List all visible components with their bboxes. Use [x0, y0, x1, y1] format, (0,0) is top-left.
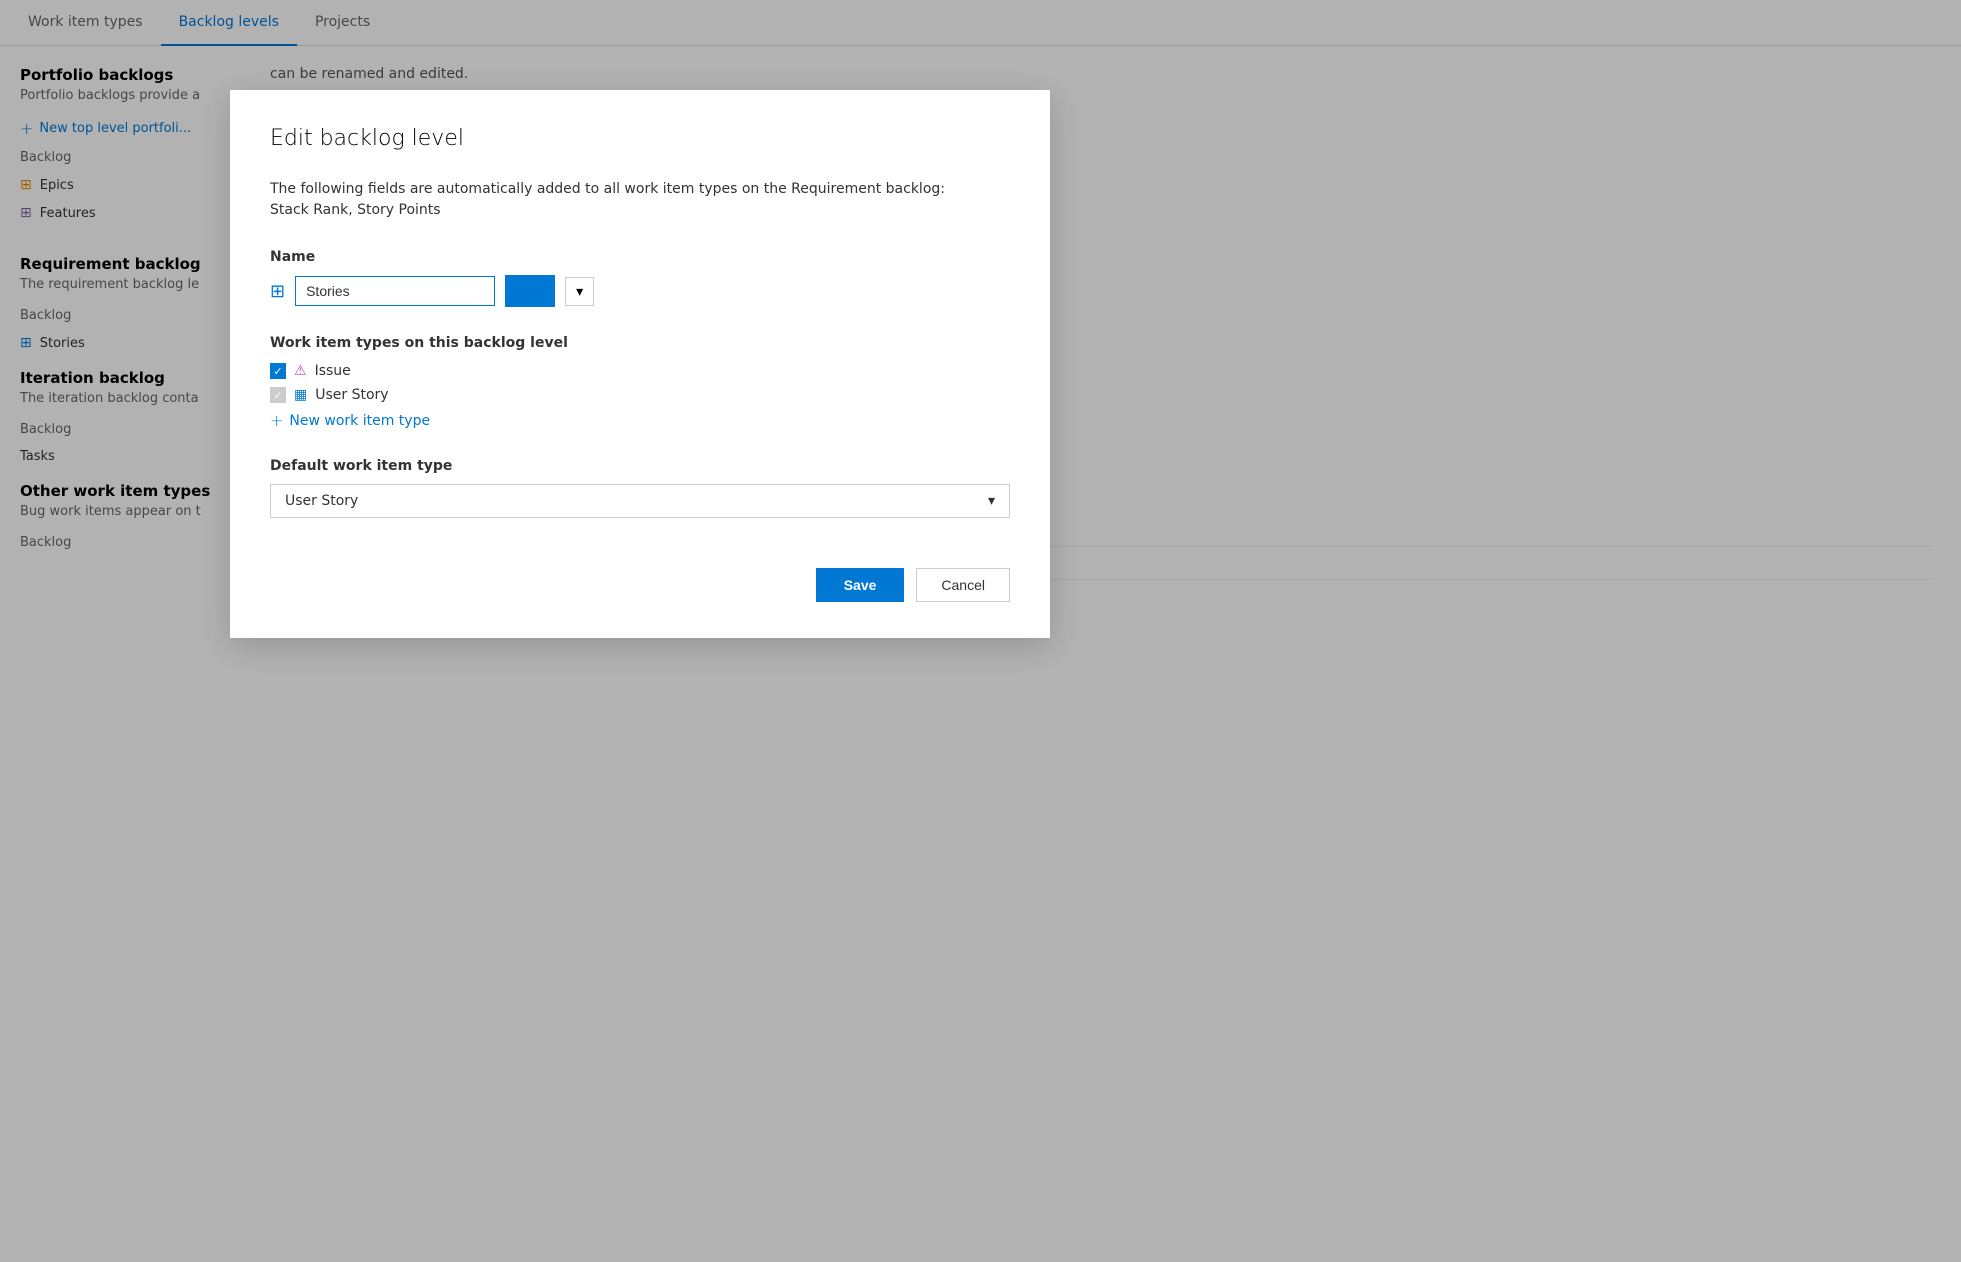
new-wit-label: New work item type	[289, 413, 430, 429]
userstory-checkbox[interactable]: ✓	[270, 387, 286, 403]
issue-wit-icon: ⚠	[294, 363, 307, 379]
new-wit-plus-icon: +	[270, 411, 283, 430]
checkbox-row-userstory: ✓ ▦ User Story	[270, 387, 1010, 403]
save-button[interactable]: Save	[816, 568, 905, 602]
name-input[interactable]	[295, 276, 495, 306]
name-row-grid-icon: ⊞	[270, 281, 285, 302]
default-wit-label: Default work item type	[270, 458, 1010, 474]
modal-info-line1: The following fields are automatically a…	[270, 181, 945, 197]
issue-checkbox[interactable]: ✓	[270, 363, 286, 379]
userstory-wit-icon: ▦	[294, 387, 307, 403]
new-wit-link[interactable]: + New work item type	[270, 411, 1010, 430]
modal-footer: Save Cancel	[270, 568, 1010, 602]
issue-wit-label: Issue	[315, 363, 351, 379]
default-wit-value: User Story	[285, 493, 358, 509]
checkbox-row-issue: ✓ ⚠ Issue	[270, 363, 1010, 379]
default-wit-chevron-icon: ▾	[988, 493, 995, 509]
cancel-button[interactable]: Cancel	[916, 568, 1010, 602]
name-row: ⊞ ▾	[270, 275, 1010, 307]
edit-backlog-level-modal: Edit backlog level The following fields …	[230, 90, 1050, 638]
modal-info-line2: Stack Rank, Story Points	[270, 202, 441, 218]
wit-section-label: Work item types on this backlog level	[270, 335, 1010, 351]
name-label: Name	[270, 249, 1010, 265]
default-wit-select[interactable]: User Story ▾	[270, 484, 1010, 518]
modal-title: Edit backlog level	[270, 126, 1010, 151]
color-dropdown-button[interactable]: ▾	[565, 277, 594, 306]
color-picker-button[interactable]	[505, 275, 555, 307]
chevron-down-icon: ▾	[576, 283, 583, 300]
modal-info: The following fields are automatically a…	[270, 179, 1010, 221]
userstory-wit-label: User Story	[315, 387, 388, 403]
